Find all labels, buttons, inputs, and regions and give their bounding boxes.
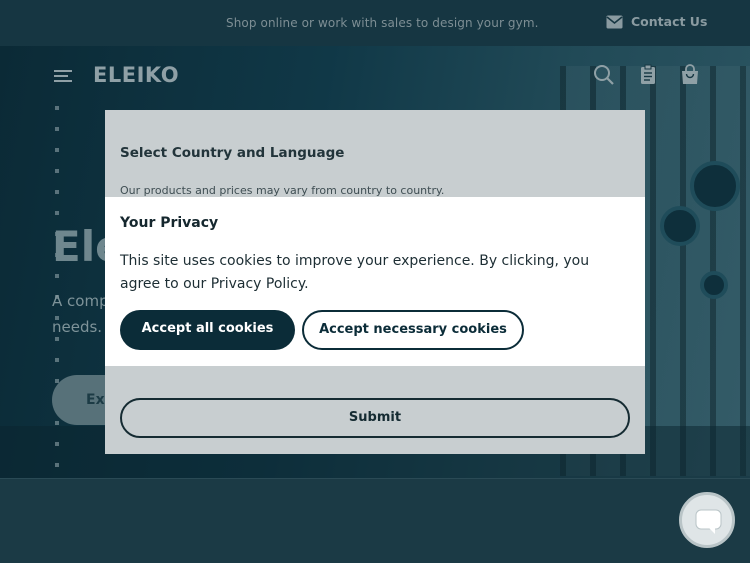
weight-plate-decoration [660, 206, 700, 246]
promo-text: Shop online or work with sales to design… [226, 16, 539, 30]
eleiko-logo[interactable]: ELEIKO [93, 63, 179, 87]
announcement-bar: Shop online or work with sales to design… [0, 0, 750, 46]
weight-plate-decoration [690, 161, 740, 211]
hamburger-menu-icon[interactable] [54, 70, 72, 82]
clipboard-icon[interactable] [638, 64, 660, 86]
cookie-consent-banner: Your Privacy This site uses cookies to i… [105, 197, 645, 366]
contact-us-link[interactable]: Contact Us [606, 14, 707, 29]
country-modal-title: Select Country and Language [120, 145, 345, 161]
accept-all-cookies-button[interactable]: Accept all cookies [120, 310, 295, 350]
country-submit-button[interactable]: Submit [120, 398, 630, 438]
chat-launcher-button[interactable] [679, 492, 735, 548]
shopping-bag-icon[interactable] [679, 64, 701, 86]
accept-necessary-cookies-button[interactable]: Accept necessary cookies [302, 310, 524, 350]
search-icon[interactable] [593, 64, 615, 86]
chat-bubble-icon [695, 509, 722, 534]
kettlebell-decoration [700, 271, 728, 299]
privacy-title: Your Privacy [120, 215, 219, 231]
envelope-icon [606, 15, 623, 28]
contact-us-label: Contact Us [631, 14, 708, 29]
content-section [0, 478, 750, 563]
main-navigation: ELEIKO [0, 46, 750, 106]
country-modal-description: Our products and prices may vary from co… [120, 184, 445, 197]
privacy-text: This site uses cookies to improve your e… [120, 253, 590, 292]
